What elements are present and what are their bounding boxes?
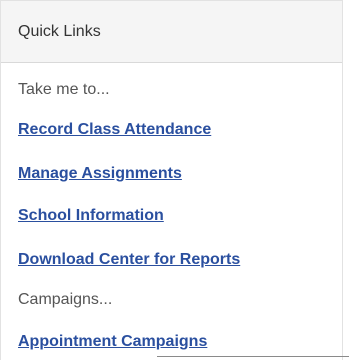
panel-title: Quick Links [18,22,101,40]
appointment-campaigns-link[interactable]: Appointment Campaigns [18,334,207,350]
take-me-to-label: Take me to... [18,81,110,98]
download-center-for-reports-link[interactable]: Download Center for Reports [18,252,240,268]
record-class-attendance-link[interactable]: Record Class Attendance [18,122,211,138]
quick-links-panel: Quick Links Take me to... Record Class A… [0,0,343,360]
panel-header: Quick Links [1,0,342,63]
school-information-link[interactable]: School Information [18,208,164,224]
manage-assignments-link[interactable]: Manage Assignments [18,166,182,182]
campaigns-label: Campaigns... [18,291,113,308]
divider-line [157,356,349,357]
